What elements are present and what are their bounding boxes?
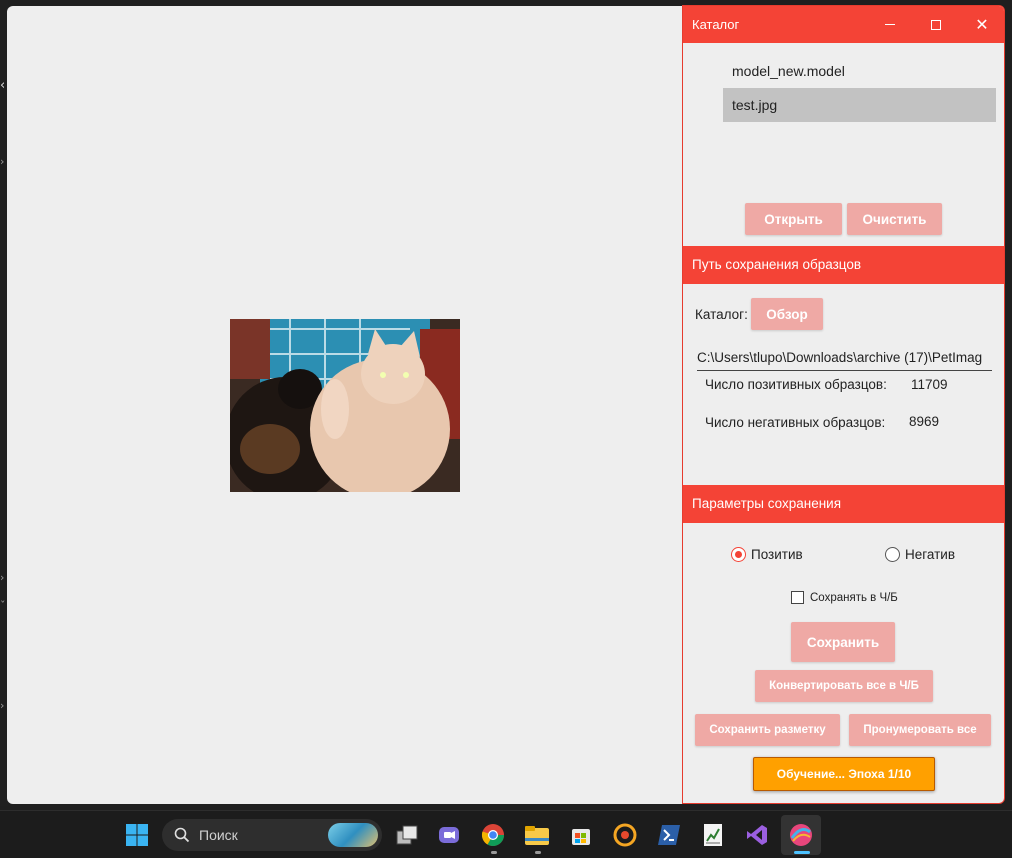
positive-count-label: Число позитивных образцов:: [705, 377, 887, 392]
cat-photo-preview: [230, 319, 460, 492]
minimize-button[interactable]: [867, 6, 913, 43]
negative-radio-label[interactable]: Негатив: [905, 547, 955, 562]
samples-path-header: Путь сохранения образцов: [683, 246, 1004, 284]
browse-button[interactable]: Обзор: [751, 298, 823, 330]
chrome-icon[interactable]: [478, 820, 508, 850]
save-params-header: Параметры сохранения: [683, 485, 1004, 523]
search-icon: [174, 827, 190, 843]
store-icon[interactable]: [566, 820, 596, 850]
search-highlight-image: [328, 823, 378, 847]
positive-radio-label[interactable]: Позитив: [751, 547, 803, 562]
save-markup-button[interactable]: Сохранить разметку: [695, 714, 840, 746]
close-button[interactable]: ✕: [959, 6, 1004, 43]
maximize-button[interactable]: [913, 6, 959, 43]
training-progress-button[interactable]: Обучение... Эпоха 1/10: [753, 757, 935, 791]
taskbar-search-box[interactable]: Поиск: [162, 819, 382, 851]
catalog-window: Каталог ✕ model_new.model test.jpg Откры…: [682, 5, 1005, 804]
save-button[interactable]: Сохранить: [791, 622, 895, 662]
negative-count-value: 8969: [909, 414, 940, 429]
save-bw-label[interactable]: Сохранять в Ч/Б: [810, 592, 898, 604]
file-explorer-icon[interactable]: [522, 820, 552, 850]
spreadsheet-icon[interactable]: [698, 820, 728, 850]
open-button[interactable]: Открыть: [745, 203, 842, 235]
positive-count-value: 11709: [911, 377, 948, 392]
samples-path-field[interactable]: C:\Users\tlupo\Downloads\archive (17)\Pe…: [697, 344, 992, 371]
running-indicator: [535, 851, 541, 854]
search-placeholder: Поиск: [199, 827, 238, 843]
active-app-indicator: [794, 851, 810, 854]
close-icon: ✕: [975, 15, 989, 34]
minimize-icon: [885, 24, 895, 25]
media-player-icon[interactable]: [610, 820, 640, 850]
powershell-icon[interactable]: [654, 820, 684, 850]
file-list-item-selected[interactable]: test.jpg: [723, 88, 996, 122]
save-bw-checkbox[interactable]: [791, 591, 804, 604]
negative-count-label: Число негативных образцов:: [705, 415, 886, 430]
app-icon[interactable]: [786, 820, 816, 850]
convert-all-bw-button[interactable]: Конвертировать все в Ч/Б: [755, 670, 933, 702]
folder-label: Каталог:: [695, 307, 748, 322]
chat-icon[interactable]: [434, 820, 464, 850]
windows-start-icon[interactable]: [122, 820, 152, 850]
file-list-item[interactable]: model_new.model: [723, 54, 996, 88]
running-indicator: [491, 851, 497, 854]
positive-radio[interactable]: [731, 547, 746, 562]
visual-studio-icon[interactable]: [742, 820, 772, 850]
clear-button[interactable]: Очистить: [847, 203, 942, 235]
window-title: Каталог: [692, 17, 740, 32]
maximize-icon: [931, 19, 941, 30]
task-view-icon[interactable]: [392, 820, 422, 850]
taskbar: Поиск: [0, 810, 1012, 858]
title-bar: Каталог ✕: [683, 6, 1004, 43]
image-preview-window: [7, 6, 685, 804]
negative-radio[interactable]: [885, 547, 900, 562]
number-all-button[interactable]: Пронумеровать все: [849, 714, 991, 746]
